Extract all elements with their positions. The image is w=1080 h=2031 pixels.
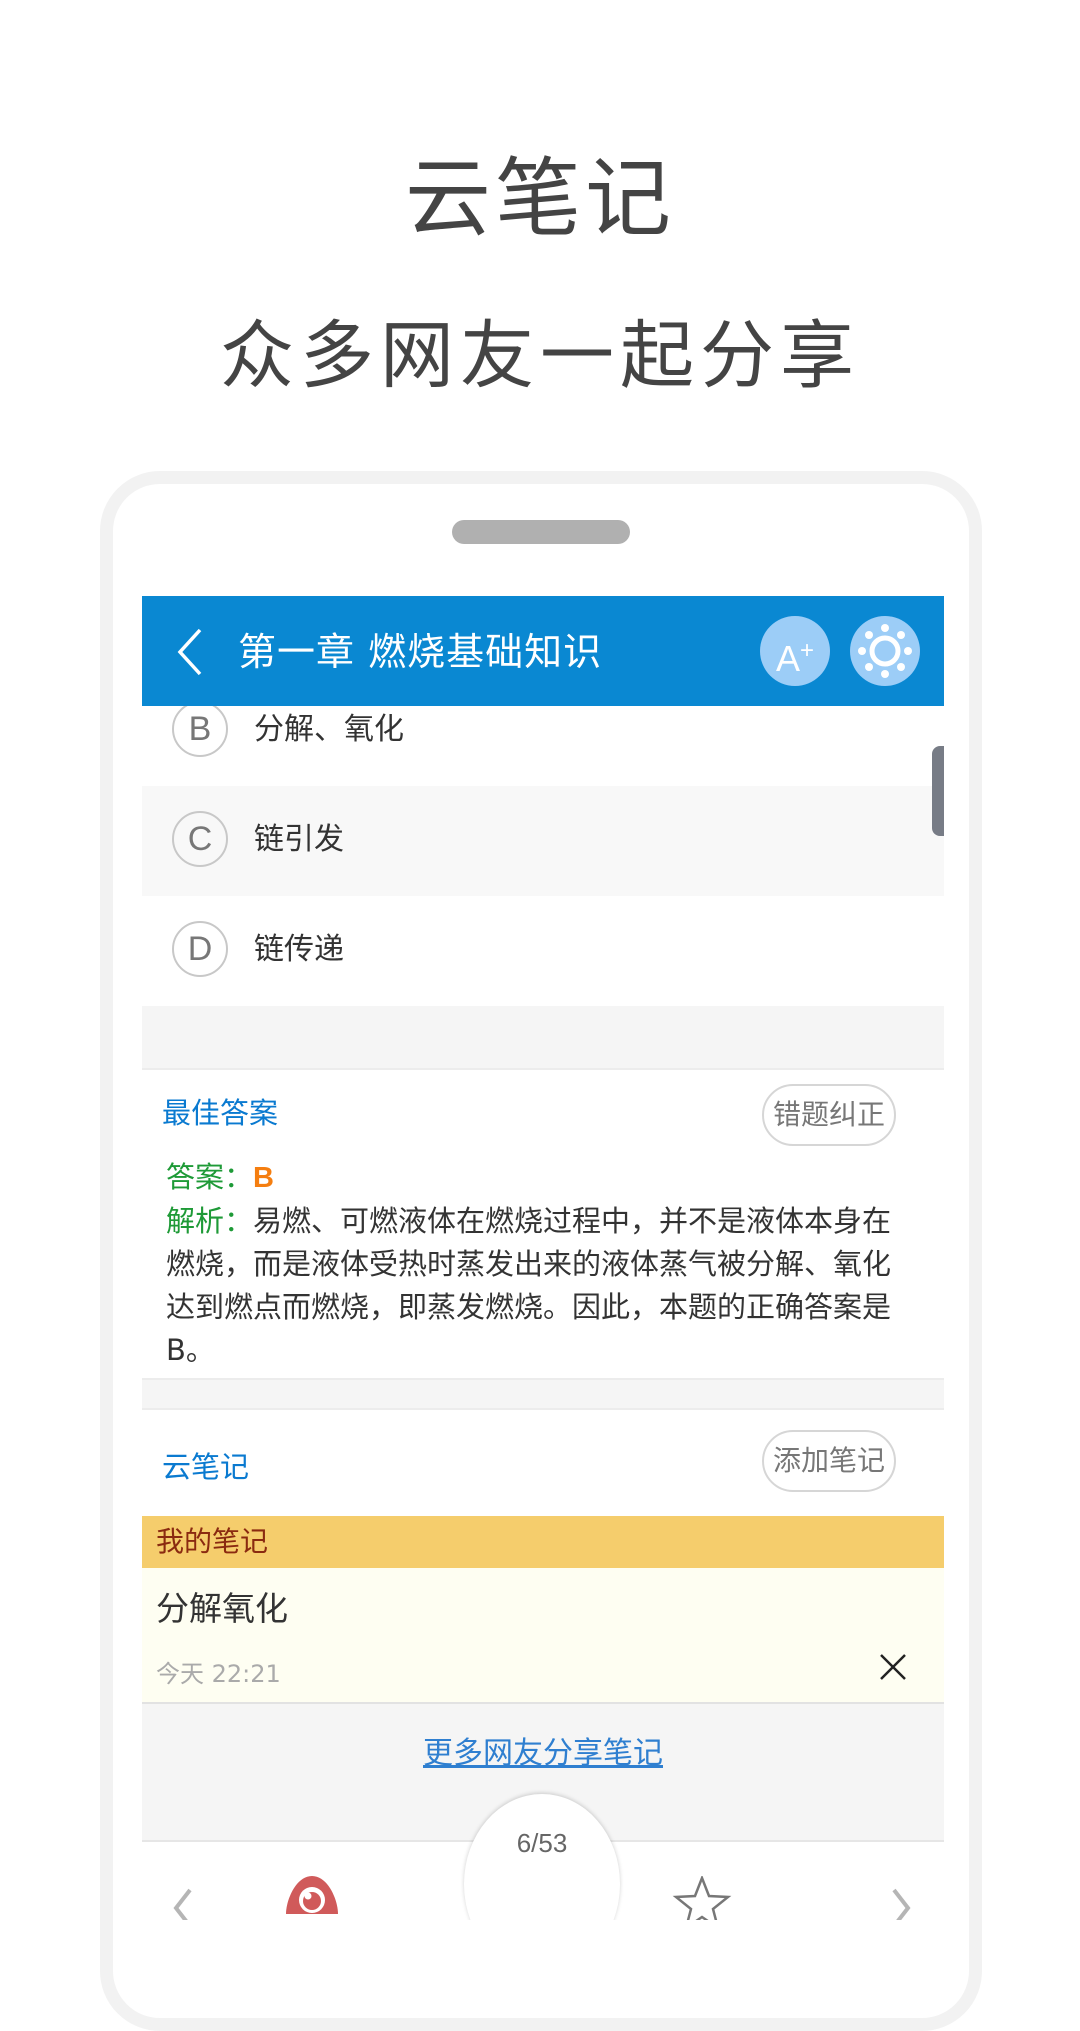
cloud-notes-title: 云笔记 bbox=[162, 1450, 250, 1484]
answer-value: B bbox=[253, 1162, 274, 1194]
close-icon bbox=[880, 1654, 906, 1680]
note-item[interactable]: 分解氧化 今天 22:21 bbox=[142, 1568, 944, 1704]
chapter-title: 第一章 燃烧基础知识 bbox=[238, 630, 603, 674]
option-text: 链引发 bbox=[254, 822, 344, 857]
option-letter: B bbox=[172, 701, 228, 757]
promo-title: 云笔记 bbox=[405, 149, 675, 249]
report-error-button[interactable]: 错题纠正 bbox=[762, 1084, 896, 1146]
cloud-notes-card: 云笔记 添加笔记 bbox=[142, 1408, 944, 1516]
app-header: 第一章 燃烧基础知识 A+ bbox=[142, 596, 944, 706]
best-answer-card: 最佳答案 错题纠正 答案：B 解析：易燃、可燃液体在燃烧过程中，并不是液体本身在… bbox=[142, 1068, 944, 1380]
font-size-button[interactable]: A+ bbox=[760, 616, 830, 686]
my-notes-label: 我的笔记 bbox=[156, 1525, 269, 1558]
analysis-line: 解析：易燃、可燃液体在燃烧过程中，并不是液体本身在燃烧，而是液体受热时蒸发出来的… bbox=[166, 1200, 896, 1372]
option-c[interactable]: C 链引发 bbox=[142, 786, 944, 896]
eye-icon bbox=[286, 1876, 338, 1914]
app-screen: 第一章 燃烧基础知识 A+ B 分解、氧化 C 链引发 D 链传递 最佳答案 错… bbox=[142, 596, 944, 1920]
prev-chevron-icon bbox=[173, 1888, 192, 1920]
page-counter: 6/53 bbox=[516, 1828, 568, 1858]
delete-note-button[interactable] bbox=[878, 1652, 908, 1682]
answer-body: 答案：B 解析：易燃、可燃液体在燃烧过程中，并不是液体本身在燃烧，而是液体受热时… bbox=[166, 1156, 896, 1372]
font-size-icon: A+ bbox=[775, 637, 815, 679]
side-drawer-handle[interactable] bbox=[932, 746, 944, 836]
favorite-button[interactable] bbox=[672, 1874, 732, 1920]
best-answer-title: 最佳答案 bbox=[162, 1096, 279, 1130]
note-timestamp: 今天 22:21 bbox=[156, 1660, 281, 1688]
next-question-button[interactable] bbox=[886, 1886, 916, 1920]
next-chevron-icon bbox=[892, 1888, 911, 1920]
option-d[interactable]: D 链传递 bbox=[142, 896, 944, 1006]
prev-question-button[interactable] bbox=[168, 1886, 198, 1920]
add-note-button[interactable]: 添加笔记 bbox=[762, 1430, 896, 1492]
view-answer-button[interactable] bbox=[282, 1874, 342, 1920]
option-text: 分解、氧化 bbox=[254, 712, 404, 747]
note-content: 分解氧化 bbox=[156, 1589, 288, 1628]
option-text: 链传递 bbox=[254, 932, 344, 967]
option-letter: D bbox=[172, 921, 228, 977]
back-chevron-icon bbox=[177, 628, 202, 676]
analysis-label: 解析： bbox=[166, 1204, 254, 1238]
analysis-text: 易燃、可燃液体在燃烧过程中，并不是液体本身在燃烧，而是液体受热时蒸发出来的液体蒸… bbox=[166, 1204, 892, 1367]
brightness-icon bbox=[858, 624, 912, 678]
answer-label: 答案： bbox=[166, 1160, 254, 1194]
answer-line: 答案：B bbox=[166, 1156, 896, 1200]
more-shared-notes-link[interactable]: 更多网友分享笔记 bbox=[142, 1728, 944, 1772]
phone-speaker bbox=[452, 520, 630, 544]
star-icon bbox=[672, 1874, 732, 1920]
back-button[interactable] bbox=[170, 624, 210, 680]
my-notes-header: 我的笔记 bbox=[142, 1516, 944, 1568]
promo-subtitle: 众多网友一起分享 bbox=[220, 313, 860, 399]
brightness-button[interactable] bbox=[850, 616, 920, 686]
option-letter: C bbox=[172, 811, 228, 867]
